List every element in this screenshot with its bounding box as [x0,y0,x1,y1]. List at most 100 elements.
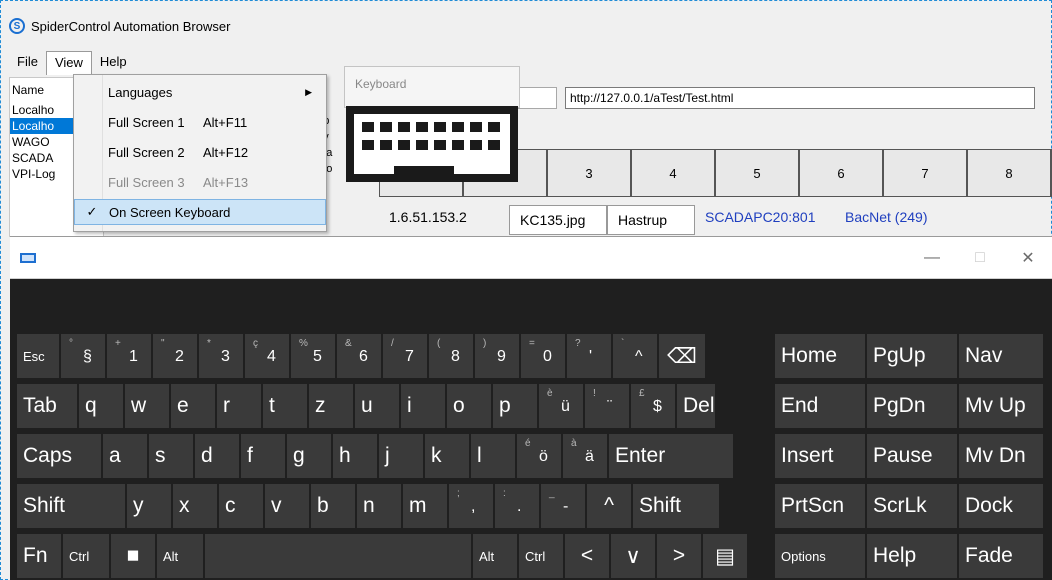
grid-data-cell[interactable]: Hastrup [607,205,695,235]
key-l[interactable]: l [470,433,516,479]
key-char[interactable]: ° § [60,333,106,379]
key-f[interactable]: f [240,433,286,479]
menu-file[interactable]: File [9,51,46,75]
key-ctrl-right[interactable]: Ctrl [518,533,564,579]
menu-item-languages[interactable]: Languages ▶ [74,79,326,105]
key-char[interactable]: ) 9 [474,333,520,379]
key-nav[interactable]: Nav [958,333,1044,379]
key-char[interactable]: ;, [448,483,494,529]
key-x[interactable]: x [172,483,218,529]
key-pgdn[interactable]: PgDn [866,383,958,429]
grid-header-cell[interactable]: 8 [967,149,1051,197]
key-e[interactable]: e [170,383,216,429]
grid-data-cell[interactable]: SCADAPC20:801 [695,201,835,233]
key-del[interactable]: Del [676,383,716,429]
key-help[interactable]: Help [866,533,958,579]
key-char[interactable]: /7 [382,333,428,379]
grid-data-cell[interactable]: KC135.jpg [509,205,607,235]
key-fade[interactable]: Fade [958,533,1044,579]
key-tab[interactable]: Tab [16,383,78,429]
key-alt-right[interactable]: Alt [472,533,518,579]
key-char[interactable]: (8 [428,333,474,379]
key-d[interactable]: d [194,433,240,479]
grid-header-cell[interactable]: 6 [799,149,883,197]
key-home[interactable]: Home [774,333,866,379]
key-char[interactable]: ç4 [244,333,290,379]
key-shift-right[interactable]: Shift [632,483,720,529]
key-char[interactable]: ? ' [566,333,612,379]
key-char[interactable]: èü [538,383,584,429]
windows-key-icon[interactable]: ■ [110,533,156,579]
key-mv-up[interactable]: Mv Up [958,383,1044,429]
menu-help[interactable]: Help [92,51,135,75]
key-s[interactable]: s [148,433,194,479]
key-enter[interactable]: Enter [608,433,734,479]
key-ctrl-left[interactable]: Ctrl [62,533,110,579]
key-z[interactable]: z [308,383,354,429]
down-arrow-key[interactable]: ∨ [610,533,656,579]
key-prtscn[interactable]: PrtScn [774,483,866,529]
key-shift-left[interactable]: Shift [16,483,126,529]
key-r[interactable]: r [216,383,262,429]
key-char[interactable]: * 3 [198,333,244,379]
key-i[interactable]: i [400,383,446,429]
key-char[interactable]: ` ^ [612,333,658,379]
key-c[interactable]: c [218,483,264,529]
menu-item-full-screen-2[interactable]: Full Screen 2 Alt+F12 [74,139,326,165]
key-char[interactable]: +1 [106,333,152,379]
key-space[interactable] [204,533,472,579]
minimize-button[interactable]: — [908,237,956,279]
key-g[interactable]: g [286,433,332,479]
up-arrow-key[interactable]: ^ [586,483,632,529]
key-p[interactable]: p [492,383,538,429]
key-pause[interactable]: Pause [866,433,958,479]
key-t[interactable]: t [262,383,308,429]
key-alt-left[interactable]: Alt [156,533,204,579]
grid-header-cell[interactable]: 5 [715,149,799,197]
key-j[interactable]: j [378,433,424,479]
close-button[interactable]: ✕ [1004,237,1052,279]
key-char[interactable]: àä [562,433,608,479]
left-arrow-key[interactable]: < [564,533,610,579]
grid-header-cell[interactable]: 3 [547,149,631,197]
key-char[interactable]: = 0 [520,333,566,379]
menu-item-on-screen-keyboard[interactable]: ✓ On Screen Keyboard [74,199,326,225]
menu-item-full-screen-1[interactable]: Full Screen 1 Alt+F11 [74,109,326,135]
key-q[interactable]: q [78,383,124,429]
key-caps[interactable]: Caps [16,433,102,479]
key-b[interactable]: b [310,483,356,529]
key-char[interactable]: " 2 [152,333,198,379]
key-m[interactable]: m [402,483,448,529]
key-char[interactable]: £ $ [630,383,676,429]
key-char[interactable]: éö [516,433,562,479]
key-char[interactable]: & 6 [336,333,382,379]
key-char[interactable]: % 5 [290,333,336,379]
key-o[interactable]: o [446,383,492,429]
url-input[interactable]: http://127.0.0.1/aTest/Test.html [565,87,1035,109]
key-pgup[interactable]: PgUp [866,333,958,379]
key-k[interactable]: k [424,433,470,479]
key-mv-dn[interactable]: Mv Dn [958,433,1044,479]
right-arrow-key[interactable]: > [656,533,702,579]
menu-view[interactable]: View [45,51,92,75]
key-h[interactable]: h [332,433,378,479]
menu-key-icon[interactable]: ▤ [702,533,748,579]
key-dock[interactable]: Dock [958,483,1044,529]
grid-header-cell[interactable]: 7 [883,149,967,197]
key-options[interactable]: Options [774,533,866,579]
key-char[interactable]: ! ¨ [584,383,630,429]
key-scrlk[interactable]: ScrLk [866,483,958,529]
key-u[interactable]: u [354,383,400,429]
key-end[interactable]: End [774,383,866,429]
key-y[interactable]: y [126,483,172,529]
key-a[interactable]: a [102,433,148,479]
key-fn[interactable]: Fn [16,533,62,579]
key-w[interactable]: w [124,383,170,429]
key-n[interactable]: n [356,483,402,529]
grid-data-cell[interactable]: BacNet (249) [835,201,945,233]
key-insert[interactable]: Insert [774,433,866,479]
key-char[interactable]: _ - [540,483,586,529]
key-esc[interactable]: Esc [16,333,60,379]
grid-header-cell[interactable]: 4 [631,149,715,197]
key-char[interactable]: :. [494,483,540,529]
